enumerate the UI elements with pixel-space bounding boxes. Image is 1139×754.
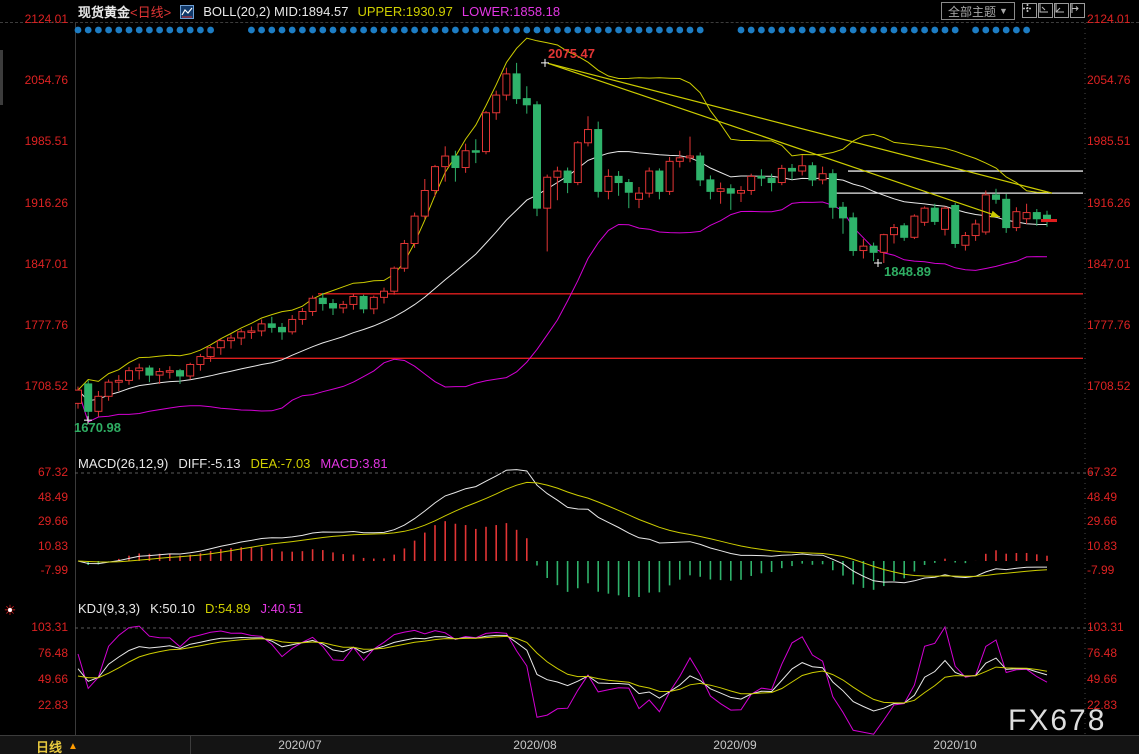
price-annotation: 2075.47 (548, 46, 595, 61)
axis-tick-label: -7.99 (0, 563, 68, 577)
axis-tick-label: 103.31 (0, 620, 68, 634)
x-axis-month-label: 2020/08 (495, 738, 575, 752)
triangle-up-icon: ▲ (68, 741, 78, 752)
axis-tick-label: 67.32 (0, 465, 68, 479)
axis-tick-label: 1916.26 (0, 196, 68, 210)
watermark: FX678 (1008, 704, 1106, 738)
axis-tick-label: 1777.76 (0, 318, 68, 332)
axis-tick-label: 2124.01 (1087, 12, 1130, 26)
axis-tick-label: 10.83 (1087, 539, 1117, 553)
axis-tick-label: -7.99 (1087, 563, 1114, 577)
axis-tick-label: 2054.76 (0, 73, 68, 87)
axis-tick-label: 1777.76 (1087, 318, 1130, 332)
price-annotation: 1848.89 (884, 264, 931, 279)
axis-tick-label: 103.31 (1087, 620, 1124, 634)
axis-tick-label: 1847.01 (0, 257, 68, 271)
axis-tick-label: 1708.52 (0, 379, 68, 393)
chart-application-window: 现货黄金 <日线> BOLL(20,2) MID:1894.57 UPPER:1… (0, 0, 1139, 754)
axis-tick-label: 1847.01 (1087, 257, 1130, 271)
axis-tick-label: 49.66 (1087, 672, 1117, 686)
axis-tick-label: 49.66 (0, 672, 68, 686)
x-axis-month-label: 2020/07 (260, 738, 340, 752)
axis-tick-label: 48.49 (0, 490, 68, 504)
axis-tick-label: 22.83 (0, 698, 68, 712)
axis-tick-label: 10.83 (0, 539, 68, 553)
period-label: 日线 (36, 737, 62, 754)
axis-tick-label: 1708.52 (1087, 379, 1130, 393)
axis-tick-label: 29.66 (1087, 514, 1117, 528)
axis-tick-label: 1985.51 (1087, 134, 1130, 148)
axis-tick-label: 48.49 (1087, 490, 1117, 504)
axis-tick-label: 76.48 (1087, 646, 1117, 660)
price-annotation: 1670.98 (74, 420, 121, 435)
timeline-divider (190, 736, 191, 754)
axis-tick-label: 2054.76 (1087, 73, 1130, 87)
axis-tick-label: 1985.51 (0, 134, 68, 148)
tab-daily-period[interactable]: 日线 ▲ (36, 737, 78, 754)
x-axis-month-label: 2020/09 (695, 738, 775, 752)
axis-tick-label: 76.48 (0, 646, 68, 660)
axis-tick-label: 2124.01 (0, 12, 68, 26)
x-axis-month-label: 2020/10 (915, 738, 995, 752)
axis-tick-label: 1916.26 (1087, 196, 1130, 210)
axis-tick-label: 29.66 (0, 514, 68, 528)
axis-tick-label: 67.32 (1087, 465, 1117, 479)
